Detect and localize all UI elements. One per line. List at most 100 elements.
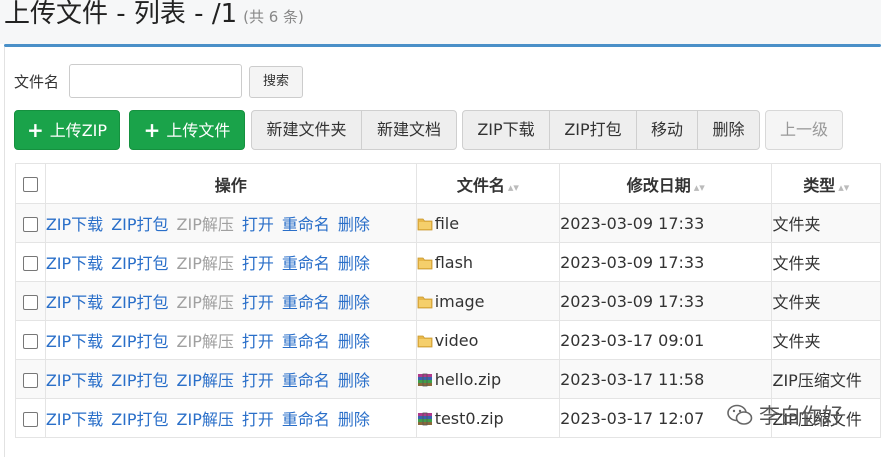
row-actions: ZIP下载 ZIP打包 ZIP解压 打开 重命名 删除: [44, 242, 417, 282]
filename-cell: flash: [415, 242, 561, 282]
upload-file-button[interactable]: + 上传文件: [129, 110, 245, 150]
delete-link[interactable]: 删除: [338, 293, 370, 312]
modified-column-label: 修改日期: [626, 175, 691, 195]
type-cell: 文件夹: [771, 203, 881, 243]
zip-extract-link[interactable]: ZIP解压: [177, 254, 234, 273]
upload-zip-button[interactable]: + 上传ZIP: [14, 110, 120, 150]
zip-download-link[interactable]: ZIP下载: [46, 215, 103, 234]
zip-extract-link[interactable]: ZIP解压: [177, 371, 234, 390]
filename-filter-input[interactable]: [69, 64, 242, 98]
zip-extract-link[interactable]: ZIP解压: [177, 410, 234, 429]
modified-date-cell: 2023-03-09 17:33: [559, 242, 773, 282]
new-document-button[interactable]: 新建文档: [361, 110, 457, 150]
type-column-header[interactable]: 类型 ▴▾: [771, 163, 881, 204]
up-level-button[interactable]: 上一级: [765, 110, 843, 150]
filename-link[interactable]: test0.zip: [435, 409, 504, 428]
row-actions: ZIP下载 ZIP打包 ZIP解压 打开 重命名 删除: [44, 281, 417, 321]
new-folder-button[interactable]: 新建文件夹: [251, 110, 362, 150]
filename-link[interactable]: hello.zip: [435, 370, 501, 389]
delete-link[interactable]: 删除: [338, 254, 370, 273]
page-title: 上传文件 - 列表 - /1 (共 6 条): [4, 0, 304, 37]
table-row: ZIP下载 ZIP打包 ZIP解压 打开 重命名 删除 file 2023-03-09 17:…: [15, 203, 881, 243]
zip-extract-link[interactable]: ZIP解压: [177, 215, 234, 234]
row-checkbox[interactable]: [22, 372, 38, 388]
zip-download-link[interactable]: ZIP下载: [46, 254, 103, 273]
open-link[interactable]: 打开: [242, 215, 274, 234]
open-link[interactable]: 打开: [242, 371, 274, 390]
table-row: ZIP下载 ZIP打包 ZIP解压 打开 重命名 删除 video 2023-03-17 09…: [15, 320, 881, 360]
rename-link[interactable]: 重命名: [282, 215, 330, 234]
open-link[interactable]: 打开: [242, 254, 274, 273]
zip-download-link[interactable]: ZIP下载: [46, 293, 103, 312]
archive-icon: [417, 370, 434, 389]
upload-zip-label: 上传ZIP: [49, 121, 108, 140]
type-cell: 文件夹: [771, 281, 881, 321]
delete-link[interactable]: 删除: [338, 215, 370, 234]
open-link[interactable]: 打开: [242, 293, 274, 312]
filename-column-header[interactable]: 文件名 ▴▾: [415, 163, 561, 204]
modified-date-cell: 2023-03-17 11:58: [559, 359, 773, 399]
item-count: (共 6 条): [243, 8, 304, 26]
folder-icon: [417, 292, 434, 311]
row-actions: ZIP下载 ZIP打包 ZIP解压 打开 重命名 删除: [44, 320, 417, 360]
row-checkbox[interactable]: [22, 411, 38, 427]
rename-link[interactable]: 重命名: [282, 410, 330, 429]
search-button[interactable]: 搜索: [249, 66, 303, 98]
row-select-cell: [15, 242, 46, 282]
zip-extract-link[interactable]: ZIP解压: [177, 332, 234, 351]
open-link[interactable]: 打开: [242, 332, 274, 351]
type-column-label: 类型: [803, 175, 836, 195]
delete-link[interactable]: 删除: [338, 332, 370, 351]
filename-link[interactable]: flash: [435, 253, 473, 272]
row-checkbox[interactable]: [22, 216, 38, 232]
row-checkbox[interactable]: [22, 333, 38, 349]
page-title-text: 上传文件 - 列表 - /1: [4, 0, 238, 29]
zip-pack-link[interactable]: ZIP打包: [111, 254, 168, 273]
table-row: ZIP下载 ZIP打包 ZIP解压 打开 重命名 删除 flash 2023-03-09 17…: [15, 242, 881, 282]
type-cell: 文件夹: [771, 242, 881, 282]
zip-pack-link[interactable]: ZIP打包: [111, 215, 168, 234]
zip-download-button[interactable]: ZIP下载: [462, 110, 550, 150]
rename-link[interactable]: 重命名: [282, 332, 330, 351]
modified-date-cell: 2023-03-09 17:33: [559, 281, 773, 321]
delete-link[interactable]: 删除: [338, 410, 370, 429]
modified-column-header[interactable]: 修改日期 ▴▾: [559, 163, 773, 204]
filename-cell: hello.zip: [415, 359, 561, 399]
zip-extract-link[interactable]: ZIP解压: [177, 293, 234, 312]
filename-link[interactable]: video: [435, 331, 479, 350]
rename-link[interactable]: 重命名: [282, 254, 330, 273]
filename-link[interactable]: image: [435, 292, 485, 311]
zip-download-link[interactable]: ZIP下载: [46, 371, 103, 390]
upload-file-label: 上传文件: [166, 121, 231, 140]
rename-link[interactable]: 重命名: [282, 371, 330, 390]
zip-pack-link[interactable]: ZIP打包: [111, 371, 168, 390]
row-checkbox[interactable]: [22, 294, 38, 310]
zip-pack-link[interactable]: ZIP打包: [111, 410, 168, 429]
zip-pack-button[interactable]: ZIP打包: [549, 110, 637, 150]
watermark: 李白你好: [727, 400, 843, 430]
delete-button[interactable]: 删除: [697, 110, 760, 150]
zip-download-link[interactable]: ZIP下载: [46, 410, 103, 429]
row-select-cell: [15, 203, 46, 243]
filename-filter-label: 文件名: [14, 73, 60, 91]
filename-cell: image: [415, 281, 561, 321]
folder-icon: [417, 331, 434, 350]
select-all-checkbox[interactable]: [22, 177, 38, 192]
sort-icon: ▴▾: [507, 180, 519, 194]
row-checkbox[interactable]: [22, 255, 38, 271]
folder-icon: [417, 214, 434, 233]
rename-link[interactable]: 重命名: [282, 293, 330, 312]
row-actions: ZIP下载 ZIP打包 ZIP解压 打开 重命名 删除: [44, 203, 417, 243]
move-button[interactable]: 移动: [636, 110, 698, 150]
zip-pack-link[interactable]: ZIP打包: [111, 332, 168, 351]
row-select-cell: [15, 281, 46, 321]
zip-download-link[interactable]: ZIP下载: [46, 332, 103, 351]
zip-pack-link[interactable]: ZIP打包: [111, 293, 168, 312]
modified-date-cell: 2023-03-09 17:33: [559, 203, 773, 243]
filename-link[interactable]: file: [435, 214, 459, 233]
open-link[interactable]: 打开: [242, 410, 274, 429]
delete-link[interactable]: 删除: [338, 371, 370, 390]
sort-icon: ▴▾: [693, 180, 705, 194]
filename-column-label: 文件名: [456, 175, 505, 195]
sort-icon: ▴▾: [838, 180, 850, 194]
